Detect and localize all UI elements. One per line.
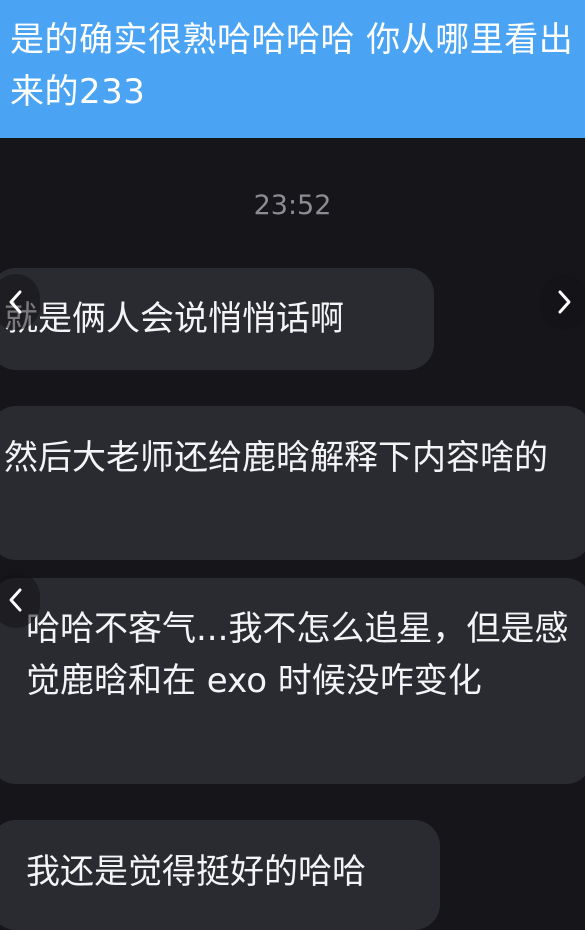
incoming-message-text: 我还是觉得挺好的哈哈: [26, 852, 366, 892]
next-button[interactable]: [540, 274, 585, 330]
previous-button[interactable]: [0, 572, 40, 628]
outgoing-message-text: 是的确实很熟哈哈哈哈 你从哪里看出来的233: [10, 20, 574, 112]
incoming-message-bubble: 哈哈不客气...我不怎么追星，但是感觉鹿晗和在 exo 时候没咋变化: [0, 578, 585, 784]
incoming-message-text: 哈哈不客气...我不怎么追星，但是感觉鹿晗和在 exo 时候没咋变化: [26, 609, 569, 701]
chevron-left-icon: [9, 588, 22, 612]
incoming-message-bubble: 然后大老师还给鹿晗解释下内容啥的: [0, 406, 585, 560]
incoming-message-bubble: 我还是觉得挺好的哈哈: [0, 820, 440, 930]
message-timestamp: 23:52: [253, 190, 332, 221]
chevron-left-icon: [9, 290, 22, 314]
incoming-message-text: 然后大老师还给鹿晗解释下内容啥的: [4, 438, 548, 478]
incoming-message-text: 就是俩人会说悄悄话啊: [4, 299, 344, 339]
outgoing-message-bubble: 是的确实很熟哈哈哈哈 你从哪里看出来的233: [0, 0, 585, 138]
incoming-message-bubble: 就是俩人会说悄悄话啊: [0, 268, 434, 370]
previous-button[interactable]: [0, 274, 40, 330]
chevron-right-icon: [558, 290, 571, 314]
